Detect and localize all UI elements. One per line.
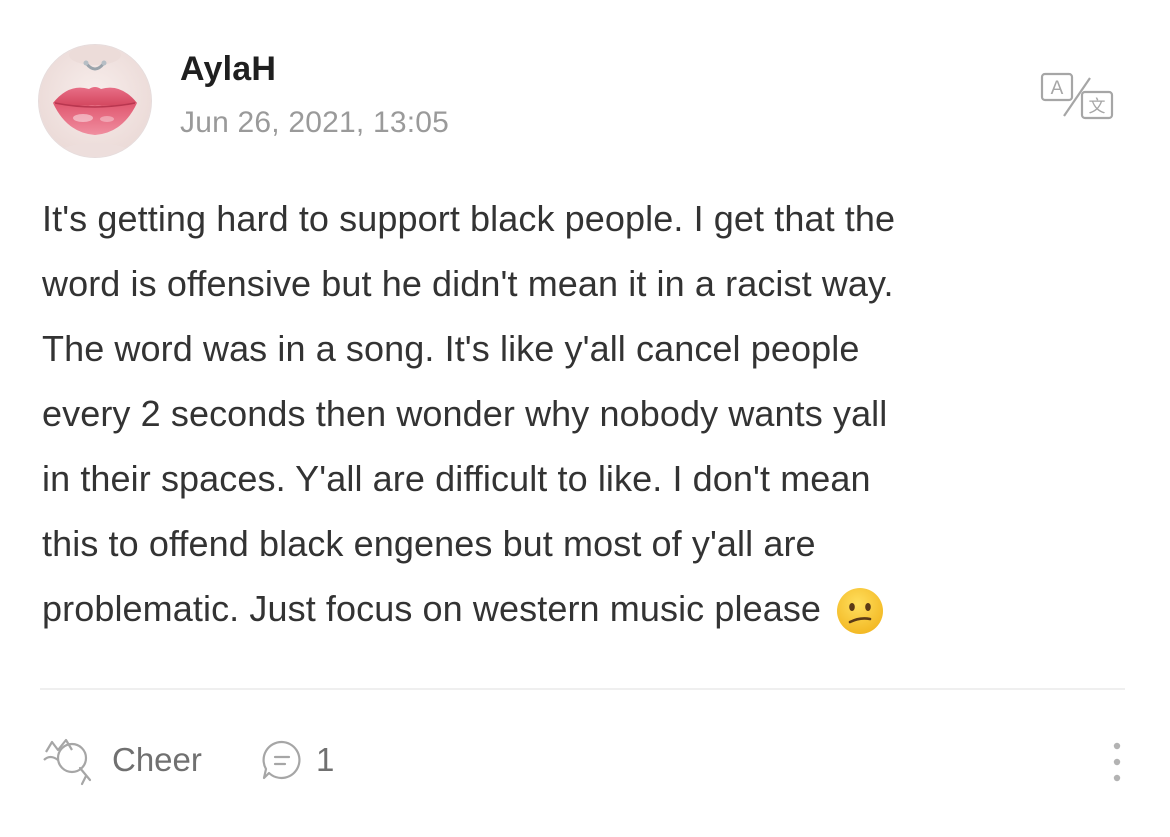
cheer-button[interactable]: Cheer <box>38 728 202 792</box>
post-body-line: this to offend black engenes but most of… <box>42 523 816 564</box>
author-name[interactable]: AylaH <box>180 50 276 89</box>
divider <box>40 688 1125 690</box>
more-vertical-icon <box>1113 742 1121 782</box>
comment-count: 1 <box>316 741 335 778</box>
post-body-line: The word was in a song. It's like y'all … <box>42 328 860 369</box>
avatar-image <box>39 45 151 157</box>
post-timestamp: Jun 26, 2021, 13:05 <box>180 106 450 139</box>
action-bar: Cheer 1 <box>38 728 1138 792</box>
post-body-line: word is offensive but he didn't mean it … <box>42 263 894 304</box>
post-body-line: in their spaces. Y'all are difficult to … <box>42 458 871 499</box>
translate-latin-glyph: A <box>1051 78 1064 99</box>
translate-cjk-glyph: 文 <box>1089 97 1106 117</box>
confused-face-icon <box>835 586 885 636</box>
comment-button[interactable]: 1 <box>260 728 334 792</box>
comment-bubble-icon <box>262 740 301 780</box>
avatar[interactable] <box>38 44 152 158</box>
more-options-button[interactable] <box>1102 734 1132 790</box>
post-body-line: every 2 seconds then wonder why nobody w… <box>42 393 888 434</box>
translate-button[interactable]: A 文 <box>1038 70 1118 124</box>
post-body-line: It's getting hard to support black peopl… <box>42 198 896 239</box>
cheer-hand-icon <box>43 738 92 786</box>
post-card: AylaH Jun 26, 2021, 13:05 A 文 It's getti… <box>0 0 1170 837</box>
post-body: It's getting hard to support black peopl… <box>42 186 1142 641</box>
translate-icon: A 文 <box>1040 72 1114 120</box>
post-body-line: problematic. Just focus on western music… <box>42 588 822 629</box>
cheer-label: Cheer <box>112 741 202 778</box>
post-body-last-line: problematic. Just focus on western music… <box>42 576 1142 641</box>
